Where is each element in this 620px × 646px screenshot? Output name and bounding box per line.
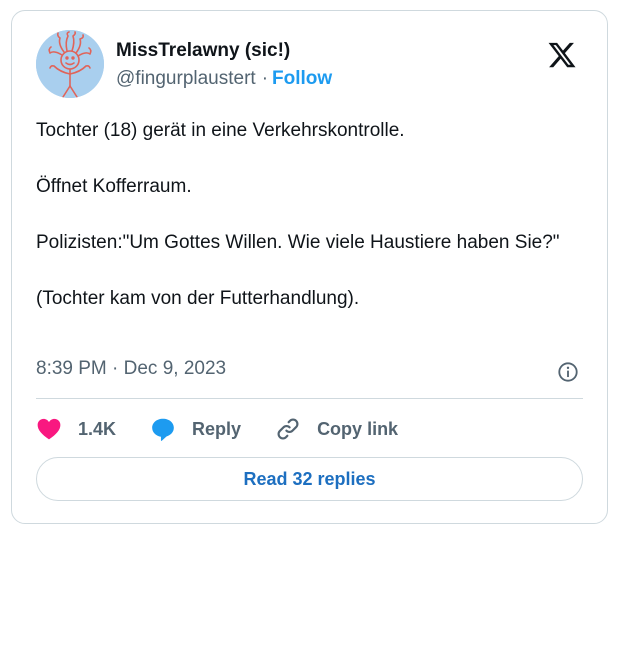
tweet-text: Tochter (18) gerät in eine Verkehrskontr…	[36, 117, 586, 313]
like-button[interactable]: 1.4K	[36, 416, 116, 442]
tweet-header: MissTrelawny (sic!) @fingurplaustert · Fol…	[36, 30, 583, 100]
avatar-drawing	[36, 30, 104, 98]
heart-icon	[37, 418, 61, 440]
tweet-paragraph: Öffnet Kofferraum.	[36, 176, 192, 197]
link-icon	[277, 418, 299, 440]
action-bar: 1.4K Reply Copy link	[36, 411, 432, 447]
tweet-timestamp[interactable]: 8:39 PM · Dec 9, 2023	[36, 358, 226, 380]
separator-dot: ·	[261, 68, 269, 89]
reply-label: Reply	[192, 418, 242, 439]
copy-link-button[interactable]: Copy link	[275, 416, 398, 442]
reply-button[interactable]: Reply	[150, 416, 241, 442]
tweet-paragraph: (Tochter kam von der Futterhandlung).	[36, 288, 360, 309]
x-logo-icon[interactable]	[547, 40, 577, 70]
avatar[interactable]	[36, 30, 104, 98]
follow-button[interactable]: Follow	[272, 68, 332, 89]
copy-link-label: Copy link	[317, 418, 399, 439]
like-count: 1.4K	[78, 418, 117, 439]
author-handle[interactable]: @fingurplaustert	[116, 68, 256, 89]
tweet-card: MissTrelawny (sic!) @fingurplaustert · Fol…	[11, 10, 608, 524]
author-handle-line: @fingurplaustert · Follow	[116, 68, 332, 90]
tweet-paragraph: Polizisten:"Um Gottes Willen. Wie viele …	[36, 232, 560, 253]
info-icon[interactable]	[557, 361, 579, 383]
tweet-paragraph: Tochter (18) gerät in eine Verkehrskontr…	[36, 120, 405, 141]
divider	[36, 398, 583, 399]
speech-bubble-icon	[152, 418, 174, 441]
read-replies-button[interactable]: Read 32 replies	[36, 457, 583, 501]
author-display-name[interactable]: MissTrelawny (sic!)	[116, 40, 290, 62]
